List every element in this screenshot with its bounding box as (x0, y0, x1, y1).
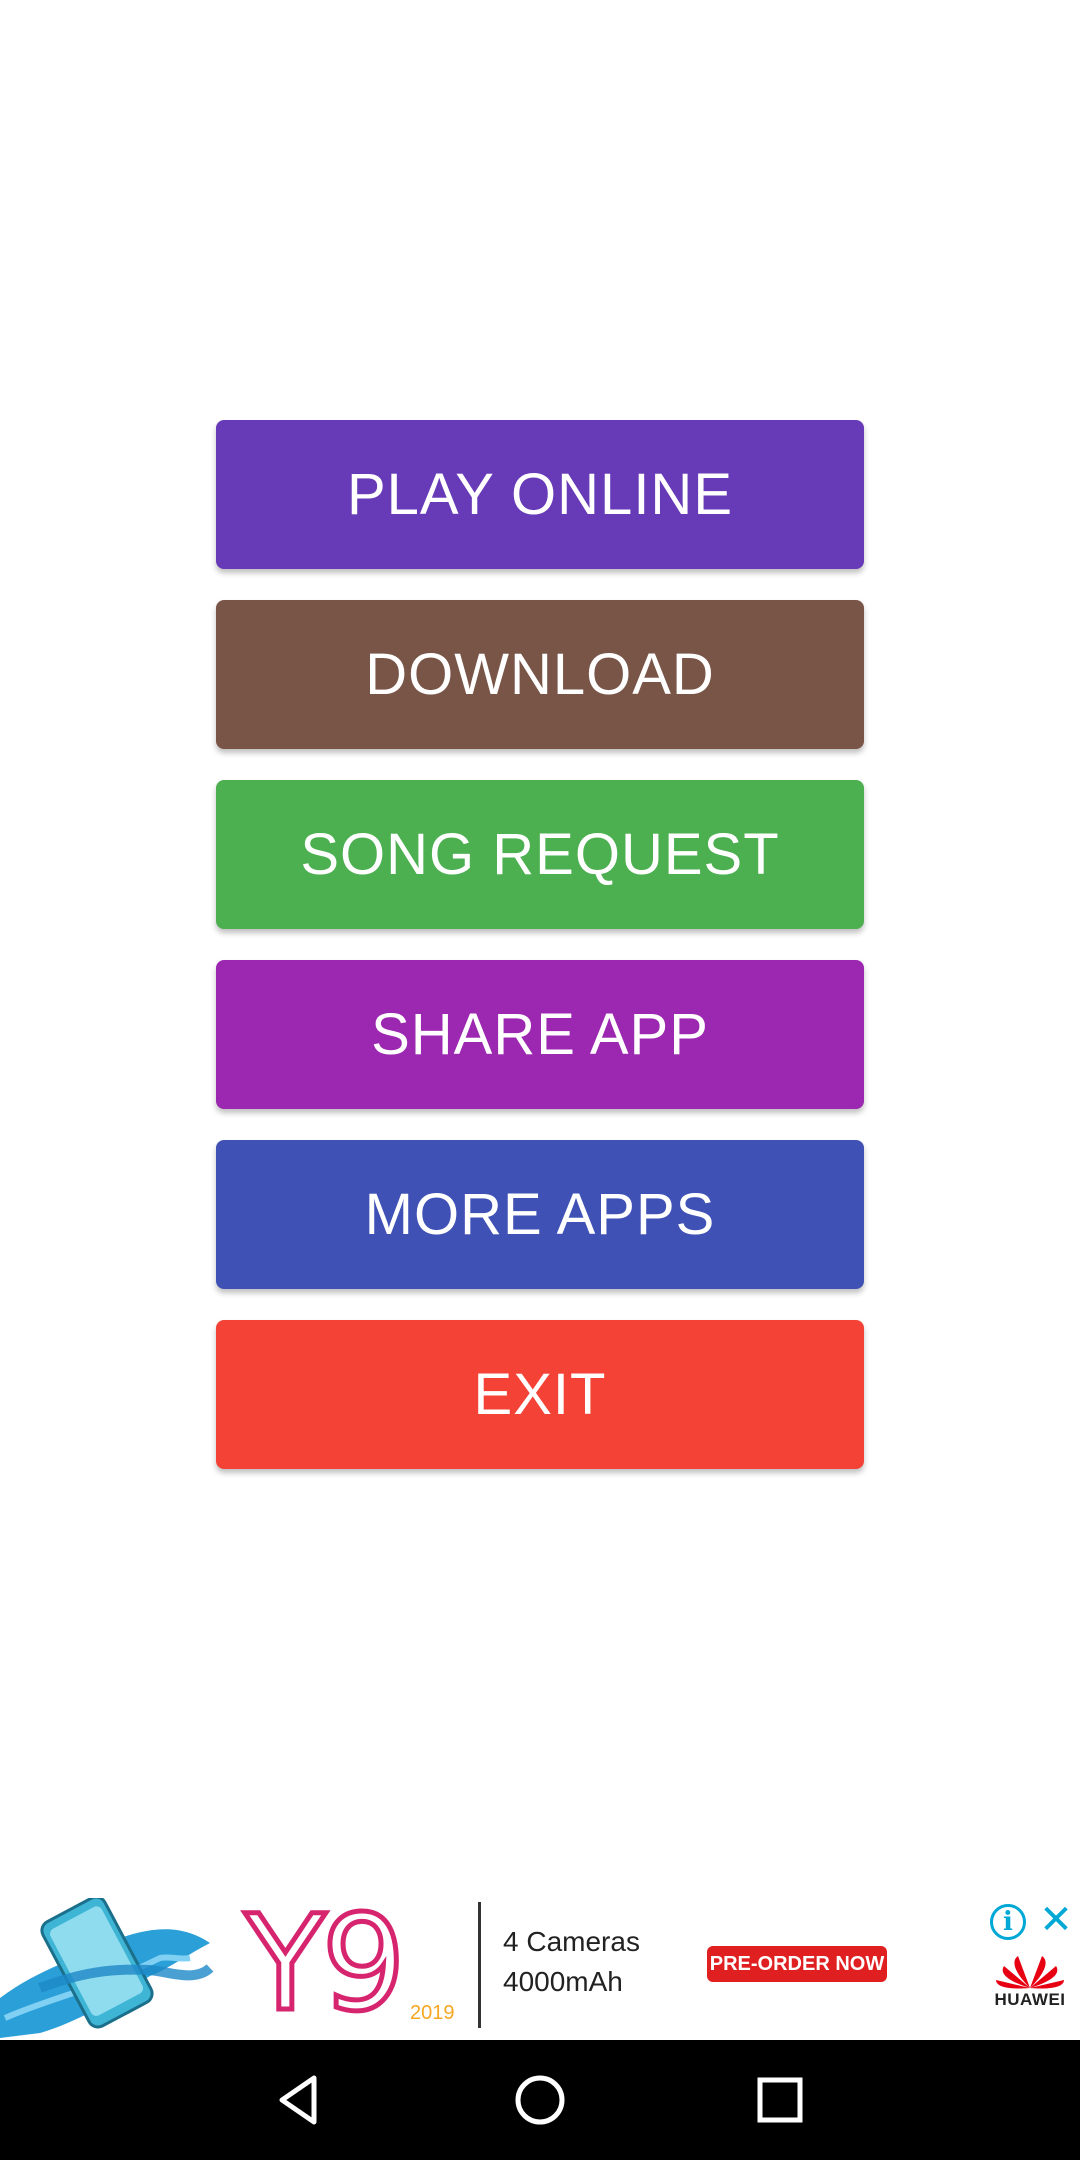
ad-spec-cameras: 4 Cameras (503, 1926, 640, 1957)
download-button[interactable]: DOWNLOAD (216, 600, 864, 749)
exit-button[interactable]: EXIT (216, 1320, 864, 1469)
share-app-button[interactable]: SHARE APP (216, 960, 864, 1109)
ad-divider (478, 1902, 481, 2028)
navigation-bar (0, 2040, 1080, 2160)
song-request-button[interactable]: SONG REQUEST (216, 780, 864, 929)
info-icon[interactable]: i (990, 1904, 1026, 1940)
huawei-logo-icon (996, 1956, 1064, 1989)
ad-preorder-button[interactable]: PRE-ORDER NOW (707, 1946, 887, 1982)
ad-phone-image (0, 1898, 214, 2038)
ad-product-logo: Y9 2019 (243, 1890, 465, 2040)
play-online-button[interactable]: PLAY ONLINE (216, 420, 864, 569)
close-icon[interactable]: ✕ (1036, 1900, 1076, 1940)
ad-spec-battery: 4000mAh (503, 1966, 623, 1997)
back-triangle-icon[interactable] (260, 2060, 340, 2140)
ad-product-name: Y9 (243, 1890, 409, 2040)
more-apps-button[interactable]: MORE APPS (216, 1140, 864, 1289)
app-screen: PLAY ONLINE DOWNLOAD SONG REQUEST SHARE … (0, 0, 1080, 2160)
home-circle-icon[interactable] (500, 2060, 580, 2140)
ad-product-year: 2019 (410, 2002, 455, 2024)
ad-brand-name: HUAWEI (994, 1990, 1066, 2009)
ad-banner[interactable]: Y9 2019 4 Cameras 4000mAh PRE-ORDER NOW … (0, 1890, 1080, 2040)
main-menu: PLAY ONLINE DOWNLOAD SONG REQUEST SHARE … (216, 420, 864, 1500)
recents-square-icon[interactable] (740, 2060, 820, 2140)
